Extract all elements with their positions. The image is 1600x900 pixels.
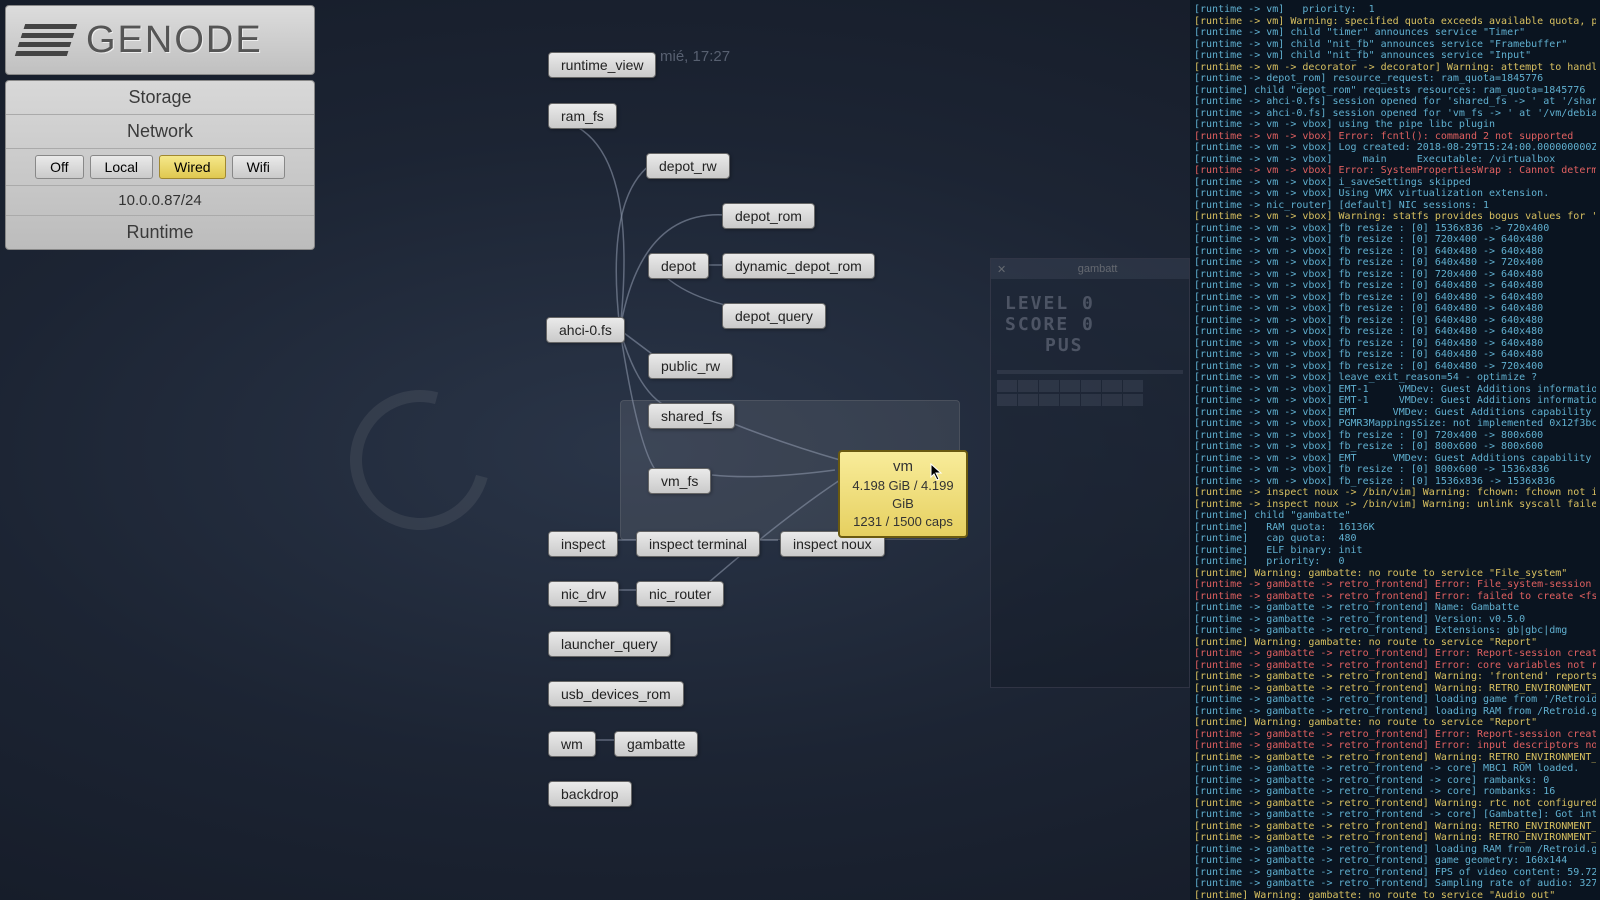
gambatte-window[interactable]: ✕ gambatt LEVEL 0 SCORE 0 PUS	[990, 258, 1190, 688]
node-depot-query[interactable]: depot_query	[722, 303, 826, 329]
node-launcher-query[interactable]: launcher_query	[548, 631, 671, 657]
network-options: Off Local Wired Wifi	[6, 149, 314, 186]
menu-storage[interactable]: Storage	[6, 81, 314, 115]
emu-screen: LEVEL 0 SCORE 0 PUS	[997, 285, 1183, 364]
menu-runtime[interactable]: Runtime	[6, 216, 314, 249]
vm-caps: 1231 / 1500 caps	[848, 513, 958, 531]
emu-titlebar[interactable]: ✕ gambatt	[991, 259, 1189, 279]
vm-memory: 4.198 GiB / 4.199 GiB	[848, 477, 958, 513]
net-wired-button[interactable]: Wired	[159, 155, 226, 179]
node-vm-detail[interactable]: vm 4.198 GiB / 4.199 GiB 1231 / 1500 cap…	[838, 450, 968, 538]
debian-swirl	[324, 364, 515, 555]
node-ahci[interactable]: ahci-0.fs	[546, 317, 625, 343]
node-gambatte[interactable]: gambatte	[614, 731, 698, 757]
menu-panel: Storage Network Off Local Wired Wifi 10.…	[5, 80, 315, 250]
node-backdrop[interactable]: backdrop	[548, 781, 632, 807]
node-runtime-view[interactable]: runtime_view	[548, 52, 656, 78]
net-wifi-button[interactable]: Wifi	[232, 155, 285, 179]
node-depot-rom[interactable]: depot_rom	[722, 203, 815, 229]
logo-text: GENODE	[86, 19, 263, 62]
node-shared-fs[interactable]: shared_fs	[648, 403, 735, 429]
menu-network[interactable]: Network	[6, 115, 314, 149]
node-depot-rw[interactable]: depot_rw	[646, 153, 730, 179]
node-public-rw[interactable]: public_rw	[648, 353, 733, 379]
clock: mié, 17:27	[660, 48, 730, 65]
node-inspect[interactable]: inspect	[548, 531, 618, 557]
node-nic-router[interactable]: nic_router	[636, 581, 724, 607]
node-vm-fs[interactable]: vm_fs	[648, 468, 711, 494]
node-nic-drv[interactable]: nic_drv	[548, 581, 619, 607]
node-ram-fs[interactable]: ram_fs	[548, 103, 617, 129]
node-usb-devices-rom[interactable]: usb_devices_rom	[548, 681, 684, 707]
node-dynamic-depot-rom[interactable]: dynamic_depot_rom	[722, 253, 875, 279]
log-panel[interactable]: [runtime -> vm] priority: 1[runtime -> v…	[1190, 0, 1600, 900]
genode-logo-icon	[12, 16, 80, 64]
node-inspect-terminal[interactable]: inspect terminal	[636, 531, 760, 557]
ip-address: 10.0.0.87/24	[6, 186, 314, 216]
net-off-button[interactable]: Off	[35, 155, 83, 179]
vm-title: vm	[848, 456, 958, 477]
logo-panel: GENODE	[5, 5, 315, 75]
node-wm[interactable]: wm	[548, 731, 596, 757]
net-local-button[interactable]: Local	[90, 155, 153, 179]
node-depot[interactable]: depot	[648, 253, 709, 279]
